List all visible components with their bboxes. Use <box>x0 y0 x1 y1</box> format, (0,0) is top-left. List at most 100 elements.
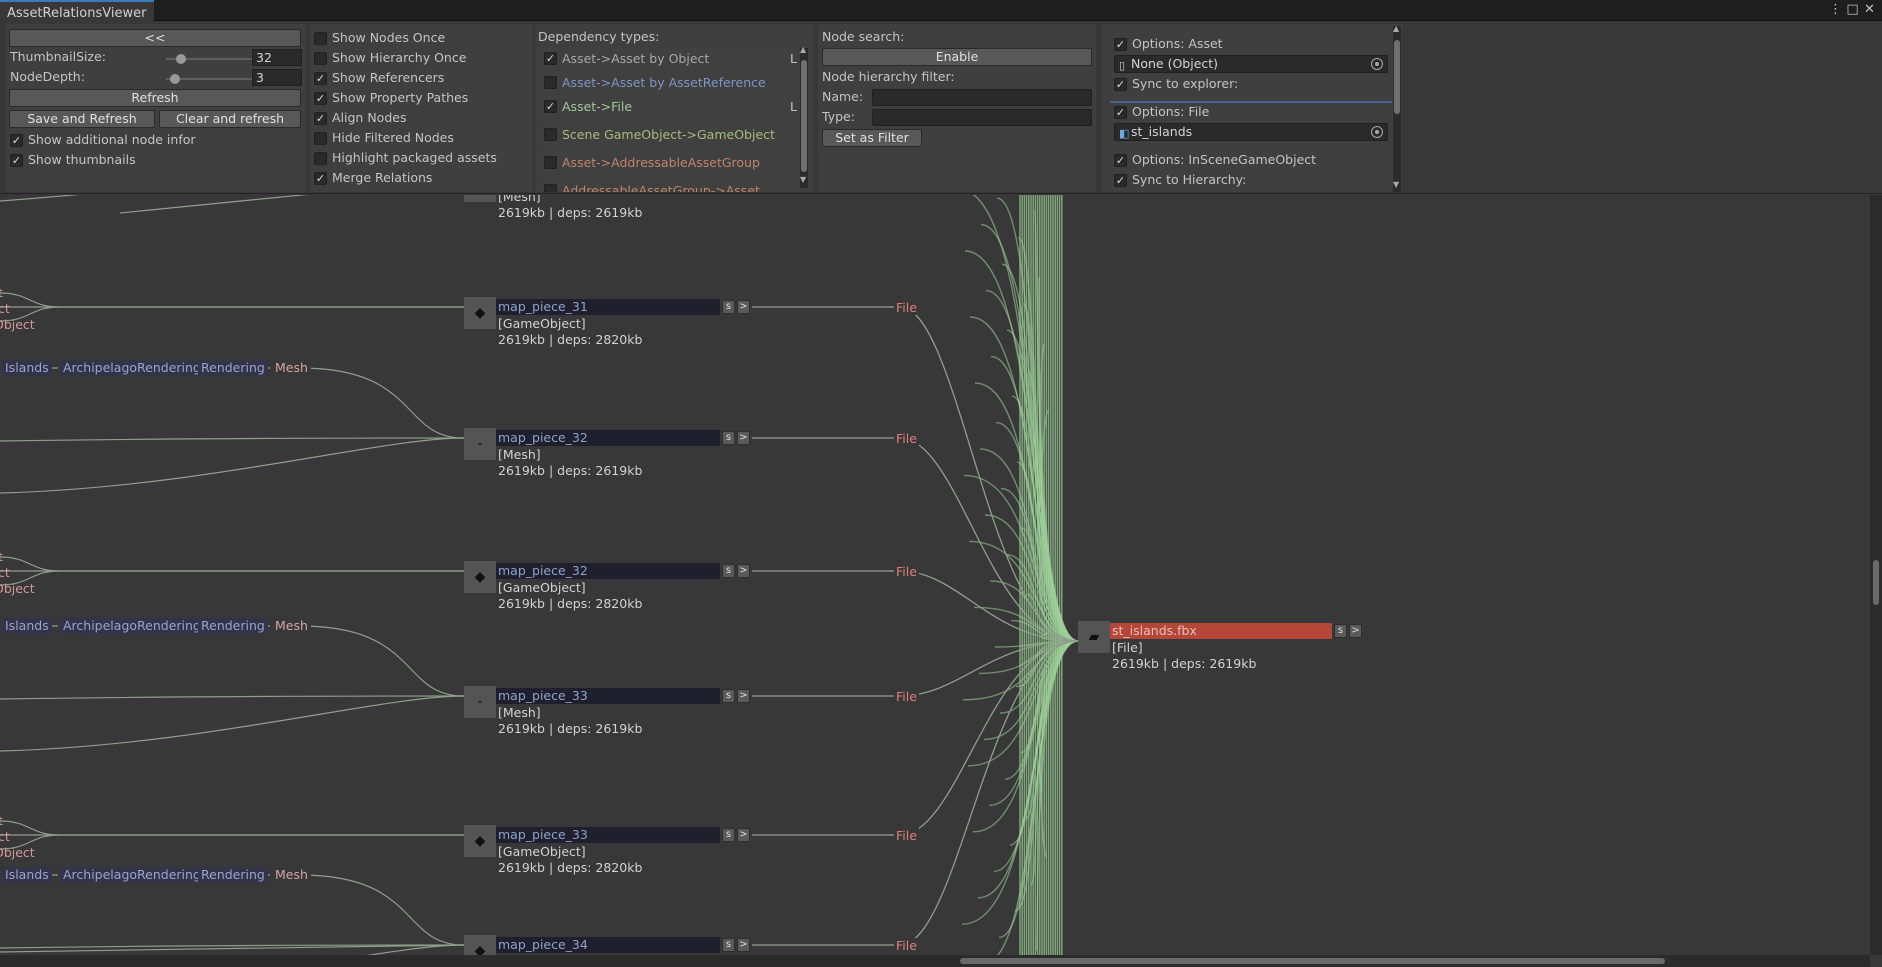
checkbox[interactable] <box>314 132 327 145</box>
checkbox[interactable]: ✓ <box>1114 154 1127 167</box>
select-node-button[interactable]: s <box>722 689 735 703</box>
node-depth-field[interactable]: 3 <box>252 69 302 86</box>
display-option-1[interactable]: Show Nodes Once <box>314 29 524 47</box>
hierarchy-chip[interactable]: Rendering <box>198 618 268 634</box>
checkbox[interactable]: ✓ <box>544 100 557 113</box>
scrollbar-thumb[interactable] <box>960 958 1665 964</box>
inscene-options-toggle[interactable]: ✓ Options: InSceneGameObject <box>1114 151 1344 169</box>
scroll-up-arrow-icon[interactable]: ▲ <box>800 45 806 54</box>
scroll-up-arrow-icon[interactable]: ▲ <box>1393 24 1399 33</box>
hierarchy-chip[interactable]: ArchipelagoRendering <box>60 618 204 634</box>
close-icon[interactable]: ✕ <box>1862 2 1877 18</box>
go-to-node-button[interactable]: > <box>1349 624 1362 638</box>
display-option-8[interactable]: ✓ Merge Relations <box>314 169 524 187</box>
select-node-button[interactable]: s <box>1334 624 1347 638</box>
dependency-type-1[interactable]: ✓ Asset->Asset by Object L <box>542 48 807 70</box>
graph-node[interactable]: ‐ map_piece_33 s > [Mesh] 2619kb | deps: 2619… <box>464 686 764 741</box>
scrollbar-thumb[interactable] <box>801 60 807 172</box>
checkbox[interactable] <box>314 32 327 45</box>
canvas-vertical-scrollbar[interactable] <box>1870 195 1882 955</box>
checkbox[interactable] <box>314 152 327 165</box>
dependency-type-3[interactable]: ✓ Asset->File L <box>542 96 807 118</box>
checkbox[interactable] <box>544 76 557 89</box>
graph-node[interactable]: ◆ map_piece_34 s > <box>464 935 764 955</box>
go-to-node-button[interactable]: > <box>737 938 750 952</box>
hierarchy-chip[interactable]: Islands <box>2 618 52 634</box>
name-filter-input[interactable] <box>872 89 1092 106</box>
graph-node[interactable]: ‐[Mesh]2619kb | deps: 2619kb <box>464 195 764 225</box>
hierarchy-chip[interactable]: Rendering <box>198 360 268 376</box>
asset-options-toggle[interactable]: ✓ Options: Asset <box>1114 35 1344 53</box>
thumbnail-size-slider-knob[interactable] <box>176 54 187 64</box>
node-name[interactable]: map_piece_32 <box>496 563 720 579</box>
graph-node[interactable]: ◆ map_piece_31 s > [GameObject] 2619kb | deps… <box>464 297 764 352</box>
window-tab[interactable]: AssetRelationsViewer <box>0 0 155 21</box>
thumbnail-size-slider[interactable] <box>166 54 252 64</box>
kebab-menu-icon[interactable]: ⋮ <box>1828 2 1843 18</box>
checkbox[interactable]: ✓ <box>544 52 557 65</box>
display-option-3[interactable]: ✓ Show Referencers <box>314 69 524 87</box>
file-object-field[interactable]: ◧ st_islands <box>1114 123 1388 141</box>
sync-to-hierarchy-toggle[interactable]: ✓ Sync to Hierarchy: <box>1114 171 1344 189</box>
set-as-filter-button[interactable]: Set as Filter <box>822 129 922 147</box>
go-to-node-button[interactable]: > <box>737 828 750 842</box>
target-node-name[interactable]: st_islands.fbx <box>1110 623 1332 639</box>
thumbnail-size-field[interactable]: 32 <box>252 49 302 66</box>
hierarchy-chip[interactable]: Mesh <box>272 618 311 634</box>
target-node[interactable]: ▰ st_islands.fbx s > [File] 2619kb | deps: 26… <box>1078 621 1378 676</box>
dependency-type-4[interactable]: Scene GameObject->GameObject <box>542 124 807 146</box>
checkbox[interactable]: ✓ <box>1114 174 1127 187</box>
node-name[interactable]: map_piece_33 <box>496 827 720 843</box>
node-depth-slider-knob[interactable] <box>169 74 180 84</box>
checkbox[interactable]: ✓ <box>1114 78 1127 91</box>
select-node-button[interactable]: s <box>722 564 735 578</box>
show-additional-info-toggle[interactable]: ✓ Show additional node informa <box>10 131 196 149</box>
graph-node[interactable]: ◆ map_piece_32 s > [GameObject] 2619kb | deps… <box>464 561 764 616</box>
node-name[interactable]: map_piece_31 <box>496 299 720 315</box>
checkbox[interactable]: ✓ <box>1114 38 1127 51</box>
hierarchy-chip[interactable]: Islands <box>2 360 52 376</box>
object-picker-icon[interactable] <box>1371 126 1383 138</box>
scroll-down-arrow-icon[interactable]: ▼ <box>1393 180 1399 189</box>
checkbox[interactable] <box>544 128 557 141</box>
node-name[interactable]: map_piece_32 <box>496 430 720 446</box>
hierarchy-chip[interactable]: Mesh <box>272 360 311 376</box>
select-node-button[interactable]: s <box>722 828 735 842</box>
object-picker-icon[interactable] <box>1371 58 1383 70</box>
canvas-horizontal-scrollbar[interactable] <box>0 955 1870 967</box>
go-to-node-button[interactable]: > <box>737 689 750 703</box>
hierarchy-chip[interactable]: ArchipelagoRendering <box>60 360 204 376</box>
dependency-type-2[interactable]: Asset->Asset by AssetReference <box>542 72 807 94</box>
save-and-refresh-button[interactable]: Save and Refresh <box>9 110 155 128</box>
refresh-button[interactable]: Refresh <box>9 89 301 107</box>
hierarchy-chip[interactable]: Rendering <box>198 867 268 883</box>
checkbox[interactable] <box>314 52 327 65</box>
hierarchy-chip[interactable]: Mesh <box>272 867 311 883</box>
checkbox[interactable]: ✓ <box>314 112 327 125</box>
display-option-5[interactable]: ✓ Align Nodes <box>314 109 524 127</box>
select-node-button[interactable]: s <box>722 431 735 445</box>
node-name[interactable]: map_piece_34 <box>496 937 720 953</box>
checkbox[interactable]: ✓ <box>10 134 23 147</box>
node-depth-slider[interactable] <box>166 74 252 84</box>
checkbox[interactable]: ✓ <box>314 72 327 85</box>
select-node-button[interactable]: s <box>722 938 735 952</box>
enable-search-button[interactable]: Enable <box>822 48 1092 66</box>
hierarchy-chip[interactable]: Islands <box>2 867 52 883</box>
checkbox[interactable] <box>544 184 557 192</box>
type-filter-input[interactable] <box>872 109 1092 126</box>
checkbox[interactable]: ✓ <box>1114 106 1127 119</box>
graph-node[interactable]: ‐ map_piece_32 s > [Mesh] 2619kb | deps: 2619… <box>464 428 764 483</box>
dependency-types-scrollbar[interactable]: ▲ ▼ <box>800 45 808 188</box>
checkbox[interactable]: ✓ <box>10 154 23 167</box>
sync-to-explorer-toggle[interactable]: ✓ Sync to explorer: <box>1114 75 1344 93</box>
checkbox[interactable]: ✓ <box>314 172 327 185</box>
scrollbar-thumb[interactable] <box>1394 40 1400 114</box>
file-options-toggle[interactable]: ✓ Options: File <box>1114 103 1344 121</box>
options-scrollbar[interactable]: ▲ ▼ <box>1393 24 1401 192</box>
scroll-down-arrow-icon[interactable]: ▼ <box>800 175 806 184</box>
maximize-icon[interactable]: □ <box>1845 2 1860 18</box>
asset-object-field[interactable]: ▯ None (Object) <box>1114 55 1388 73</box>
scrollbar-thumb[interactable] <box>1873 560 1879 605</box>
go-to-node-button[interactable]: > <box>737 300 750 314</box>
